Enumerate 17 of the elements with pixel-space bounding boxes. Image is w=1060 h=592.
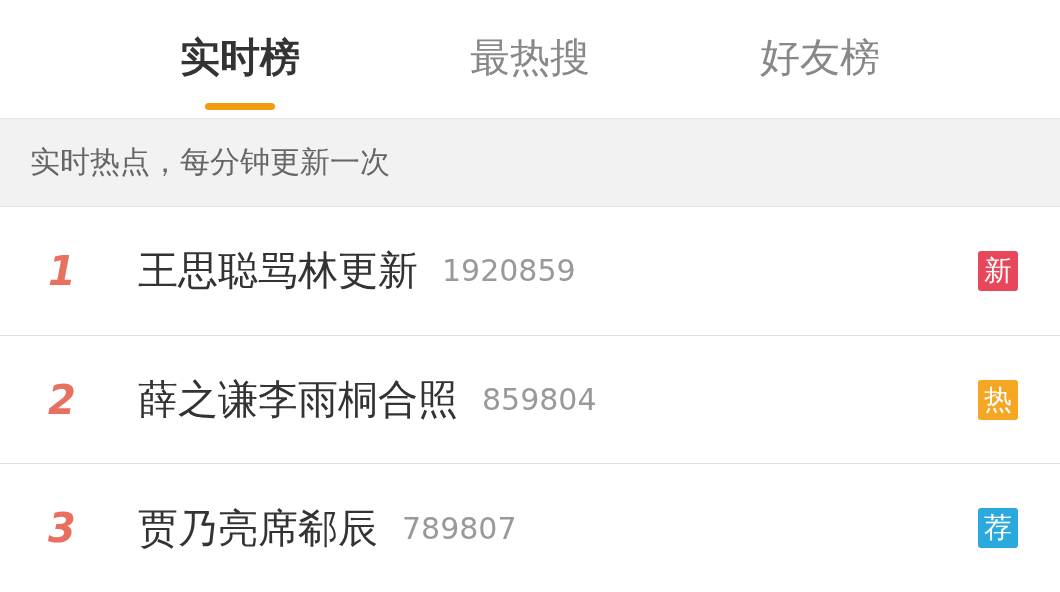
topic-title[interactable]: 薛之谦李雨桐合照	[138, 372, 458, 427]
rank-number: 3	[48, 505, 77, 552]
tab[interactable]: 好友榜	[675, 0, 965, 118]
search-count: 789807	[402, 510, 518, 546]
tab-underline	[205, 103, 275, 110]
notice-text: 实时热点，每分钟更新一次	[30, 143, 390, 181]
rank-number: 2	[48, 376, 77, 423]
tab[interactable]: 最热搜	[385, 0, 675, 118]
topic-title[interactable]: 王思聪骂林更新	[138, 243, 418, 299]
topic-title[interactable]: 贾乃亮席郗辰	[138, 500, 378, 556]
search-count: 1920859	[442, 253, 577, 289]
rank-number: 1	[48, 247, 77, 294]
search-count: 859804	[482, 382, 598, 417]
topic-tag: 热	[978, 379, 1018, 420]
topic-tag: 荐	[978, 508, 1018, 549]
tab[interactable]: 实时榜	[95, 0, 385, 118]
topic-tag: 新	[978, 250, 1018, 291]
